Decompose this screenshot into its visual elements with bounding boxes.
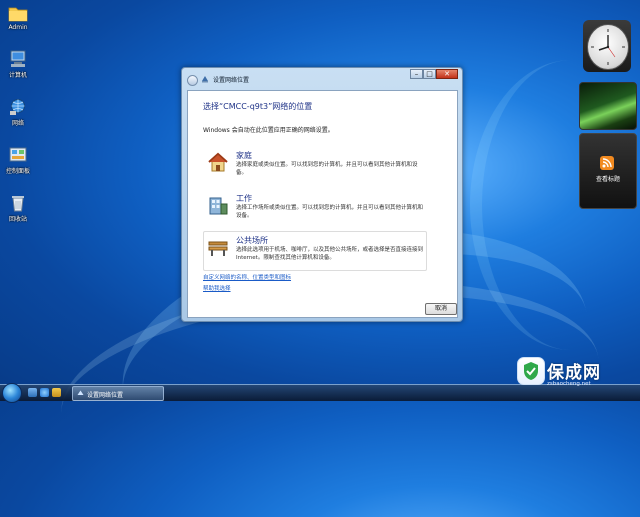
browser-icon[interactable] [40, 388, 49, 397]
help-me-choose-link[interactable]: 帮助我选择 [203, 284, 231, 292]
home-icon [207, 151, 229, 173]
computer-icon [8, 50, 28, 68]
desktop-icon-network[interactable]: 网络 [2, 98, 34, 127]
recycle-bin-icon [8, 194, 28, 212]
explorer-icon[interactable] [52, 388, 61, 397]
dialog-heading: 选择“CMCC-q9t3”网络的位置 [203, 102, 313, 111]
option-text: 选择家庭或类似位置。可以找到您的计算机，并且可以看到其他计算机和设备。 [236, 162, 418, 176]
desktop-icon-control-panel[interactable]: 控制面板 [2, 146, 34, 175]
dialog-titlebar[interactable]: 设置网络位置 – □ ✕ [182, 68, 462, 90]
maximize-button[interactable]: □ [423, 69, 436, 79]
dialog-title: 设置网络位置 [213, 77, 250, 84]
location-option-work[interactable]: 工作 选择工作场所或类似位置。可以找到您的计算机，并且可以看到其他计算机和设备。 [203, 189, 427, 229]
dialog-content: 选择“CMCC-q9t3”网络的位置 Windows 会自动在此位置应用正确的网… [187, 90, 458, 318]
network-icon [77, 390, 84, 397]
option-text: 选择工作场所或类似位置。可以找到您的计算机，并且可以看到其他计算机和设备。 [236, 205, 424, 219]
start-button[interactable] [2, 383, 22, 403]
customize-network-link[interactable]: 自定义网络的名称、位置类型和图标 [203, 273, 291, 281]
slideshow-gadget[interactable] [579, 82, 637, 130]
option-name: 公共场所 [236, 236, 268, 245]
dialog-description: Windows 会自动在此位置应用正确的网络设置。 [203, 127, 334, 134]
desktop-icon-computer[interactable]: 计算机 [2, 50, 34, 79]
network-icon [201, 75, 209, 83]
taskbar-item-set-network-location[interactable]: 设置网络位置 [72, 386, 164, 401]
minimize-button[interactable]: – [410, 69, 423, 79]
rss-icon [600, 156, 614, 170]
bench-icon [207, 236, 229, 258]
clock-icon [587, 24, 629, 70]
location-option-public[interactable]: 公共场所 选择此选项用于机场、咖啡厅，以及其他公共场所，或者选择是否直接连接到 … [203, 231, 427, 271]
desktop-icon-admin[interactable]: Admin [2, 4, 34, 31]
network-icon [8, 98, 28, 116]
desktop-icon-recycle-bin[interactable]: 回收站 [2, 194, 34, 223]
clock-gadget[interactable] [583, 20, 631, 72]
option-name: 家庭 [236, 151, 252, 160]
close-button[interactable]: ✕ [436, 69, 458, 79]
taskbar-item-label: 设置网络位置 [87, 392, 124, 399]
option-text: 选择此选项用于机场、咖啡厅，以及其他公共场所，或者选择是否直接连接到 Inter… [236, 247, 424, 261]
option-name: 工作 [236, 194, 252, 203]
watermark-text: 保成网 [547, 363, 601, 383]
cancel-button[interactable]: 取消 [425, 303, 457, 315]
back-button[interactable] [187, 75, 198, 86]
control-panel-icon [8, 146, 28, 164]
work-icon [207, 194, 229, 216]
location-option-home[interactable]: 家庭 选择家庭或类似位置。可以找到您的计算机，并且可以看到其他计算机和设备。 [203, 146, 427, 186]
feed-headlines-gadget[interactable]: 查看标题 [579, 133, 637, 209]
set-network-location-dialog: 设置网络位置 – □ ✕ 选择“CMCC-q9t3”网络的位置 Windows … [181, 67, 463, 322]
folder-icon [8, 4, 28, 22]
taskbar: 设置网络位置 [0, 383, 640, 403]
feed-label: 查看标题 [595, 176, 620, 183]
watermark-url: zsbaocheng.net [547, 381, 591, 387]
watermark-logo [517, 357, 545, 385]
show-desktop-icon[interactable] [28, 388, 37, 397]
